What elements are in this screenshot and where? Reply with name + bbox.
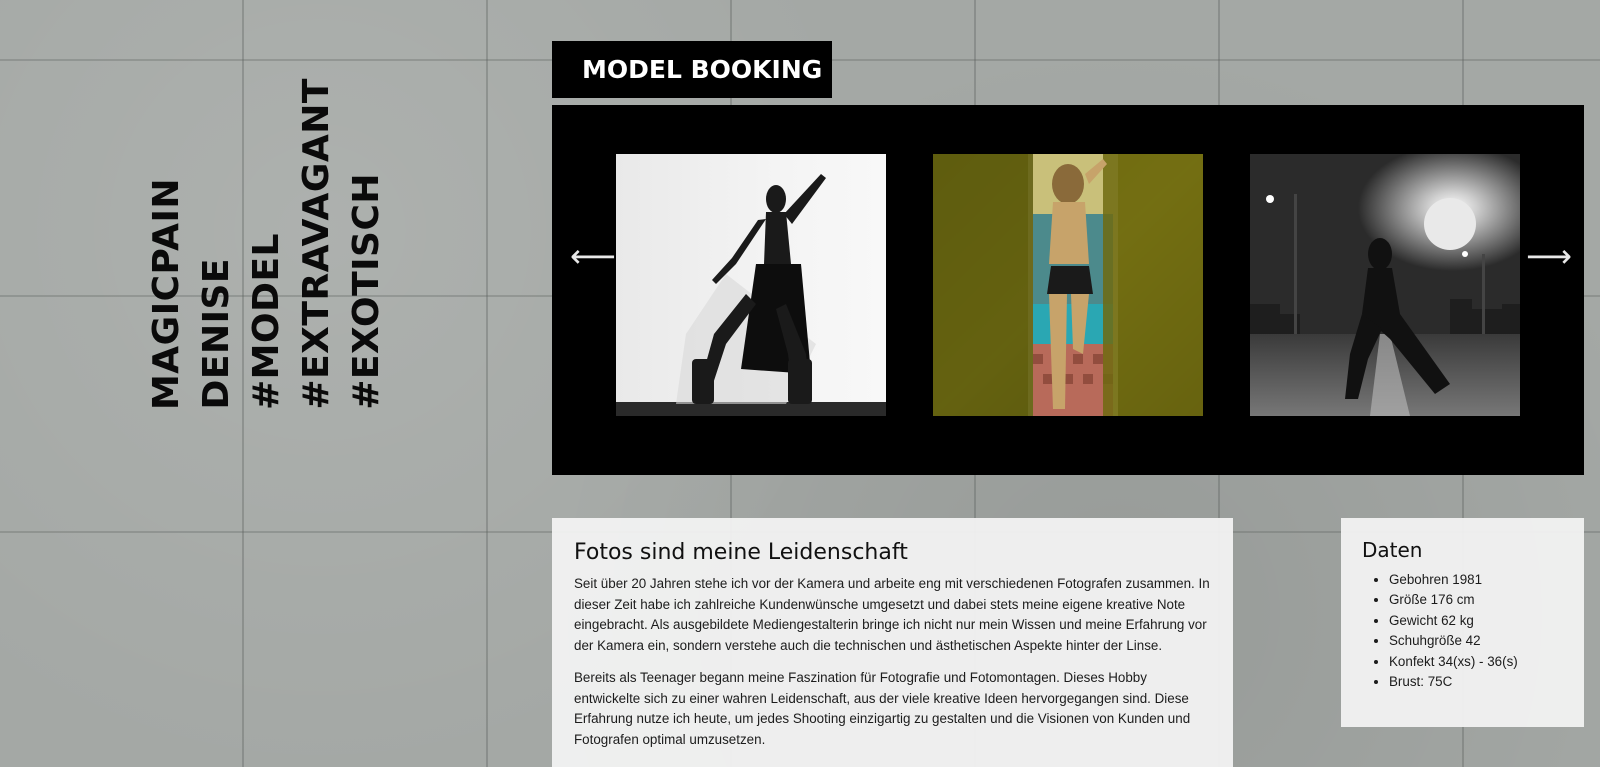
facts-heading: Daten (1362, 538, 1423, 562)
tag-magicpain: MAGICPAIN (146, 177, 187, 410)
about-panel: Fotos sind meine Leidenschaft Seit über … (552, 518, 1233, 767)
carousel-slide-3[interactable] (1250, 154, 1520, 416)
facts-list: Gebohren 1981 Größe 176 cm Gewicht 62 kg… (1362, 570, 1563, 692)
tag-model: #MODEL (246, 232, 287, 410)
photo-bw-pose (616, 154, 886, 416)
arrow-right-icon: ⟶ (1526, 237, 1572, 275)
about-heading: Fotos sind meine Leidenschaft (574, 540, 908, 565)
carousel-prev-button[interactable]: ⟵ (570, 240, 616, 272)
facts-panel: Daten Gebohren 1981 Größe 176 cm Gewicht… (1341, 518, 1584, 727)
fact-item: Brust: 75C (1389, 672, 1563, 692)
about-paragraph-1: Seit über 20 Jahren stehe ich vor der Ka… (574, 576, 1210, 653)
fact-item: Gewicht 62 kg (1389, 611, 1563, 631)
carousel-next-button[interactable]: ⟶ (1526, 240, 1572, 272)
fact-item: Konfekt 34(xs) - 36(s) (1389, 652, 1563, 672)
about-paragraph-2: Bereits als Teenager begann meine Faszin… (574, 670, 1191, 747)
photo-carousel: ⟵ ⟶ (552, 105, 1584, 475)
carousel-slide-1[interactable] (616, 154, 886, 416)
photo-night-street (1250, 154, 1520, 416)
fact-item: Gebohren 1981 (1389, 570, 1563, 590)
carousel-slide-2[interactable] (933, 154, 1203, 416)
tag-exotisch: #EXOTISCH (346, 173, 387, 410)
tag-denise: DENISE (196, 258, 237, 410)
page-title: MODEL BOOKING (552, 41, 832, 98)
photo-doorway-pose (933, 154, 1203, 416)
fact-item: Schuhgröße 42 (1389, 631, 1563, 651)
fact-item: Größe 176 cm (1389, 590, 1563, 610)
tag-column: MAGICPAIN DENISE #MODEL #EXTRAVAGANT #EX… (146, 78, 387, 410)
arrow-left-icon: ⟵ (570, 237, 616, 275)
tag-extravagant: #EXTRAVAGANT (296, 78, 337, 410)
